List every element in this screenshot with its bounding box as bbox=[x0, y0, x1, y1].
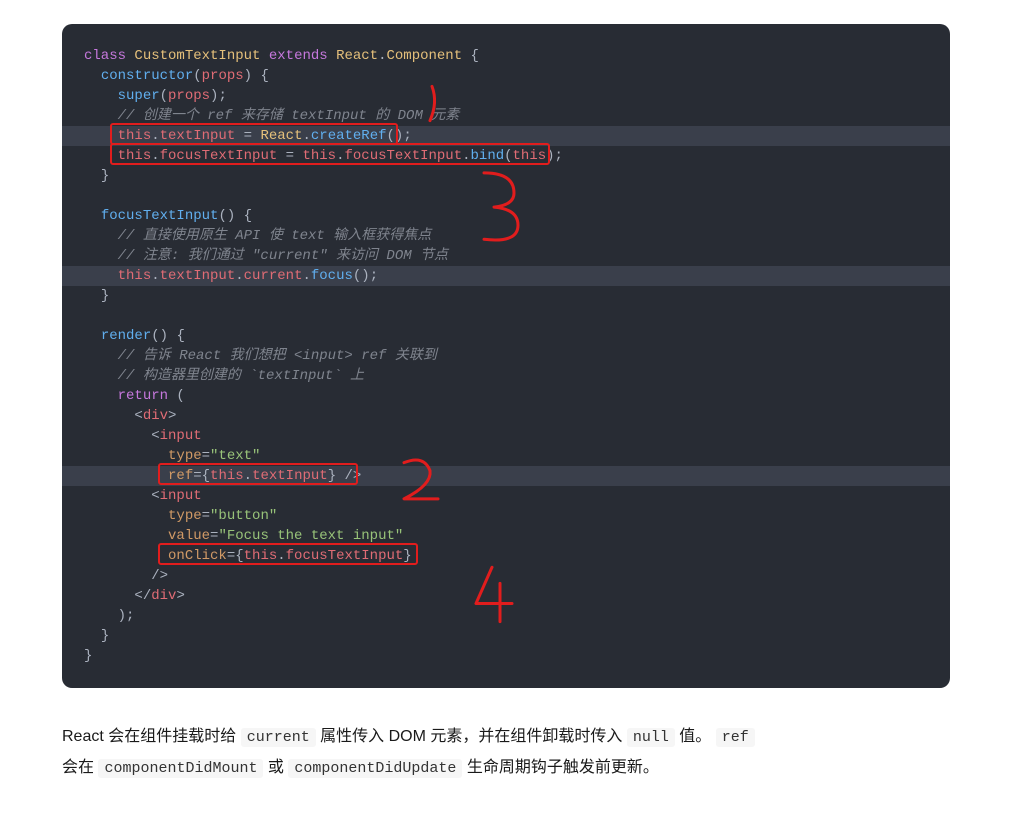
prose-text: 或 bbox=[263, 759, 288, 776]
prose-text: 会在 bbox=[62, 759, 98, 776]
inline-code: null bbox=[627, 728, 675, 747]
prose-text: 生命周期钩子触发前更新。 bbox=[462, 759, 658, 776]
prose-text: 值。 bbox=[675, 728, 716, 745]
inline-code: componentDidUpdate bbox=[288, 759, 462, 778]
code-block: class CustomTextInput extends React.Comp… bbox=[62, 24, 950, 688]
prose-text: React 会在组件挂载时给 bbox=[62, 728, 241, 745]
inline-code: current bbox=[241, 728, 316, 747]
code: class CustomTextInput extends React.Comp… bbox=[62, 46, 950, 666]
prose-paragraph: React 会在组件挂载时给 current 属性传入 DOM 元素，并在组件卸… bbox=[62, 722, 950, 784]
inline-code: ref bbox=[716, 728, 755, 747]
inline-code: componentDidMount bbox=[98, 759, 263, 778]
prose-text: 属性传入 DOM 元素，并在组件卸载时传入 bbox=[316, 728, 627, 745]
